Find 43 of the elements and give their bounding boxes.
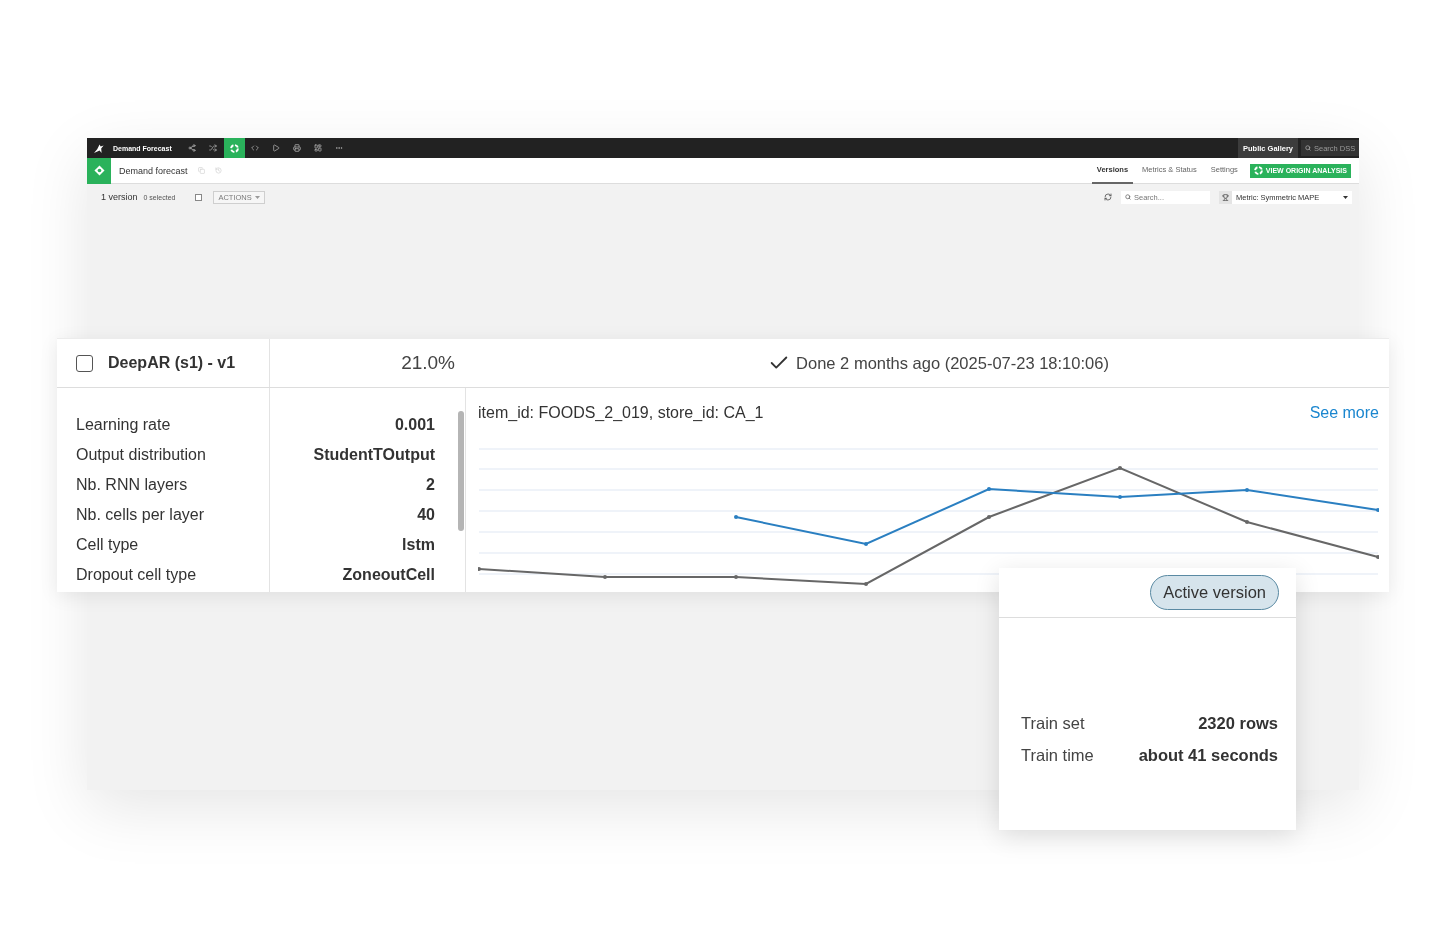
version-count: 1 version bbox=[101, 192, 138, 202]
detail-label: Train time bbox=[1021, 745, 1094, 765]
score-value: 21.0% bbox=[401, 352, 455, 374]
param-value: 0.001 bbox=[394, 415, 435, 435]
param-value: ZoneoutCell bbox=[342, 565, 435, 585]
ring-icon bbox=[229, 143, 239, 153]
chart-title: item_id: FOODS_2_019, store_id: CA_1 bbox=[478, 404, 764, 422]
version-name: DeepAR (s1) - v1 bbox=[108, 354, 236, 372]
tool-button[interactable] bbox=[223, 138, 245, 158]
code-icon bbox=[251, 144, 260, 152]
param-value: 40 bbox=[417, 505, 435, 525]
status-text: Done 2 months ago (2025-07-23 18:10:06) bbox=[796, 353, 1109, 373]
detail-label: Train set bbox=[1021, 713, 1085, 733]
param-label: Dropout cell type bbox=[76, 565, 197, 585]
scrollbar[interactable] bbox=[458, 411, 464, 531]
nodes-icon bbox=[188, 144, 197, 152]
search-icon bbox=[1305, 145, 1311, 151]
bird-logo-icon bbox=[94, 143, 104, 153]
param-value: 2 bbox=[426, 475, 435, 495]
param-value: StudentTOutput bbox=[313, 445, 435, 465]
play-icon bbox=[272, 144, 281, 152]
param-label: Learning rate bbox=[76, 415, 171, 435]
dashboard-icon bbox=[314, 144, 323, 152]
param-value: lstm bbox=[402, 535, 435, 555]
trophy-icon bbox=[1219, 190, 1232, 204]
see-more-link[interactable]: See more bbox=[1309, 404, 1379, 422]
select-all-checkbox[interactable] bbox=[195, 193, 203, 201]
detail-value: 2320 rows bbox=[1198, 713, 1278, 733]
ring-icon bbox=[1253, 166, 1263, 175]
param-label: Cell type bbox=[76, 535, 139, 555]
refresh-icon[interactable] bbox=[1104, 193, 1112, 201]
printer-icon bbox=[293, 144, 302, 152]
param-label: Nb. RNN layers bbox=[76, 475, 188, 495]
more-icon bbox=[335, 144, 344, 152]
param-label: Output distribution bbox=[76, 445, 206, 465]
param-label: Nb. cells per layer bbox=[76, 505, 205, 525]
object-title: Demand forecast bbox=[119, 165, 188, 176]
shuffle-icon bbox=[209, 144, 218, 152]
checkbox[interactable] bbox=[76, 354, 93, 372]
search-icon bbox=[1125, 194, 1131, 200]
caret-icon bbox=[1343, 195, 1348, 199]
detail-value: about 41 seconds bbox=[1138, 745, 1278, 765]
caret-icon bbox=[254, 195, 260, 199]
